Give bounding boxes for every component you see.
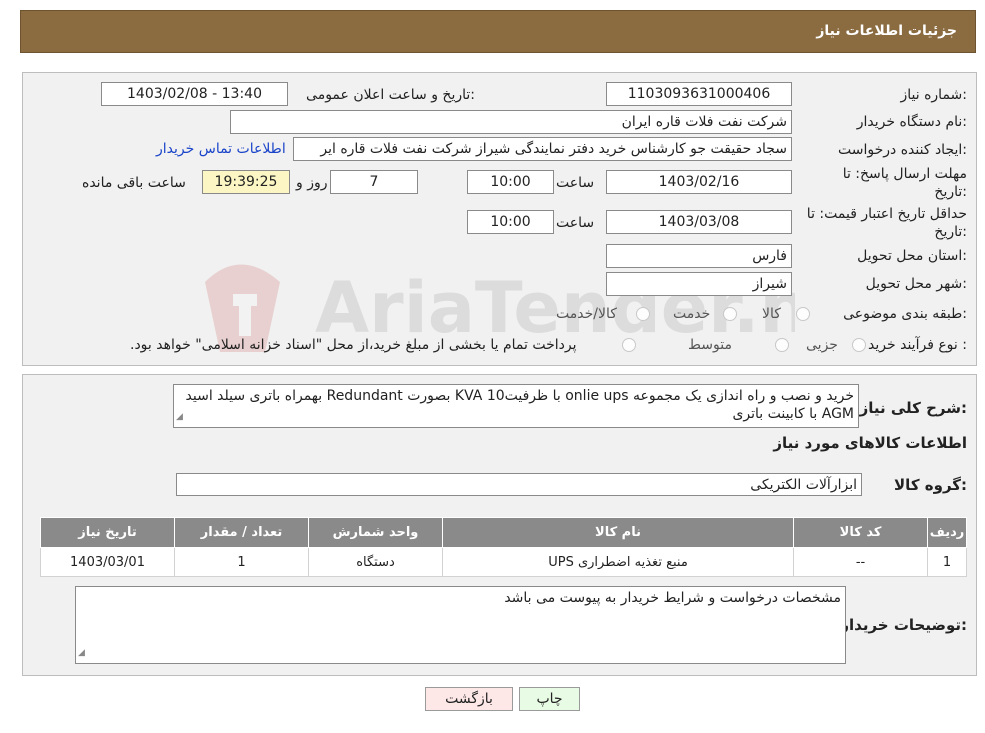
buyer-contact-link[interactable]: اطلاعات تماس خریدار (156, 141, 286, 157)
validity-label-2: تاریخ: (934, 224, 967, 240)
print-button[interactable]: چاپ (519, 687, 580, 711)
process-label: نوع فرآیند خرید : (868, 337, 967, 353)
province-field: فارس (606, 244, 792, 268)
validity-label: حداقل تاریخ اعتبار قیمت: تا (806, 206, 967, 222)
category-radio-service[interactable] (723, 307, 737, 321)
cell-date: 1403/03/01 (39, 547, 176, 577)
process-option-medium: متوسط (688, 337, 732, 353)
category-option-service: خدمت (673, 306, 711, 322)
process-option-minor: جزیی (806, 337, 838, 353)
cell-row: 1 (927, 547, 967, 577)
process-radio-treasury[interactable] (622, 338, 636, 352)
resize-grip-icon[interactable]: ◢ (176, 408, 183, 426)
creator-field: سجاد حقیقت جو کارشناس خرید دفتر نمایندگی… (293, 137, 792, 161)
remaining-time-field: 19:39:25 (202, 170, 290, 194)
col-code: کد کالا (793, 517, 929, 548)
col-date: تاریخ نیاز (39, 517, 176, 548)
cell-unit: دستگاه (308, 547, 443, 577)
col-unit: واحد شمارش (308, 517, 443, 548)
category-option-goods-service: کالا/خدمت (556, 306, 617, 322)
category-option-goods: کالا (762, 306, 781, 322)
items-table-header: ردیف کد کالا نام کالا واحد شمارش تعداد /… (39, 517, 967, 548)
process-radio-medium[interactable] (775, 338, 789, 352)
deadline-label: مهلت ارسال پاسخ: تا (842, 166, 967, 182)
days-field: 7 (330, 170, 418, 194)
validity-time-field: 10:00 (467, 210, 554, 234)
buyer-notes-label: توضیحات خریدار: (840, 616, 967, 634)
need-number-field: 1103093631000406 (606, 82, 792, 106)
buyer-notes-field[interactable]: مشخصات درخواست و شرایط خریدار به پیوست م… (75, 586, 846, 664)
table-row: 1 -- منبع تغذیه اضطراری UPS دستگاه 1 140… (39, 547, 967, 577)
process-note: پرداخت تمام یا بخشی از مبلغ خرید،از محل … (130, 337, 577, 353)
buyer-org-field: شرکت نفت فلات قاره ایران (230, 110, 792, 134)
items-table: ردیف کد کالا نام کالا واحد شمارش تعداد /… (39, 517, 967, 577)
buyer-notes-text: مشخصات درخواست و شرایط خریدار به پیوست م… (504, 590, 841, 606)
cell-qty: 1 (174, 547, 309, 577)
col-row: ردیف (927, 517, 967, 548)
deadline-time-label: ساعت (556, 175, 595, 191)
creator-label: ایجاد کننده درخواست: (838, 142, 967, 158)
validity-time-label: ساعت (556, 215, 595, 231)
deadline-date-field: 1403/02/16 (606, 170, 792, 194)
description-label: شرح کلی نیاز: (859, 399, 967, 417)
city-field: شیراز (606, 272, 792, 296)
cell-code: -- (793, 547, 929, 577)
group-field: ابزارآلات الکتریکی (176, 473, 862, 496)
group-label: گروه کالا: (894, 476, 967, 494)
announce-field: 1403/02/08 - 13:40 (101, 82, 288, 106)
resize-grip-icon[interactable]: ◢ (78, 644, 85, 662)
description-field[interactable]: خرید و نصب و راه اندازی یک مجموعه onlie … (173, 384, 859, 428)
cell-name: منبع تغذیه اضطراری UPS (441, 547, 795, 577)
description-text: خرید و نصب و راه اندازی یک مجموعه onlie … (185, 388, 854, 422)
category-radio-goods[interactable] (796, 307, 810, 321)
page-header: جزئیات اطلاعات نیاز (20, 10, 976, 53)
buyer-org-label: نام دستگاه خریدار: (856, 114, 967, 130)
city-label: شهر محل تحویل: (865, 276, 967, 292)
page-title: جزئیات اطلاعات نیاز (816, 23, 957, 39)
category-label: طبقه بندی موضوعی: (843, 306, 967, 322)
province-label: استان محل تحویل: (857, 248, 967, 264)
back-button[interactable]: بازگشت (425, 687, 513, 711)
items-table-wrapper: ردیف کد کالا نام کالا واحد شمارش تعداد /… (39, 517, 967, 577)
remaining-label: ساعت باقی مانده (82, 175, 186, 191)
deadline-label-2: تاریخ: (934, 184, 967, 200)
items-section-title: اطلاعات کالاهای مورد نیاز (773, 434, 967, 452)
col-qty: تعداد / مقدار (174, 517, 309, 548)
announce-label: تاریخ و ساعت اعلان عمومی: (306, 87, 475, 103)
need-number-label: شماره نیاز: (900, 87, 967, 103)
validity-date-field: 1403/03/08 (606, 210, 792, 234)
process-radio-minor[interactable] (852, 338, 866, 352)
category-radio-goods-service[interactable] (636, 307, 650, 321)
days-label: روز و (296, 175, 328, 191)
deadline-time-field: 10:00 (467, 170, 554, 194)
col-name: نام کالا (441, 517, 795, 548)
